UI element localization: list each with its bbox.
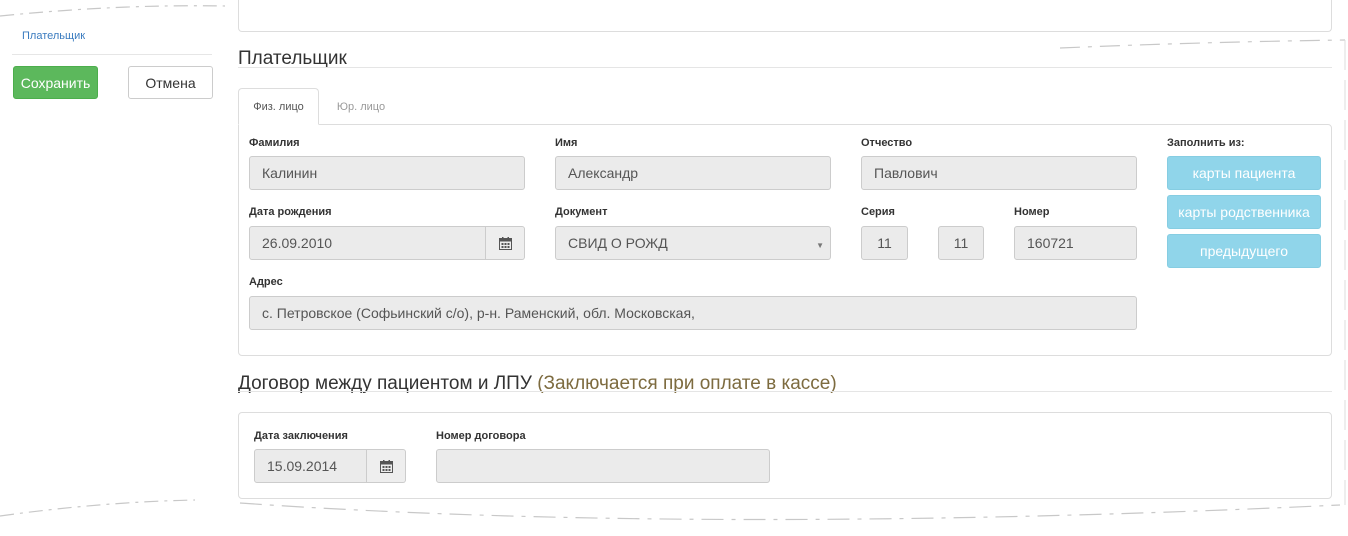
sidebar-link-payer[interactable]: Плательщик bbox=[22, 30, 85, 42]
save-button[interactable]: Сохранить bbox=[13, 66, 98, 99]
contract-date-label: Дата заключения bbox=[254, 430, 348, 442]
birth-date-calendar-button[interactable] bbox=[486, 226, 525, 260]
contract-number-label: Номер договора bbox=[436, 430, 526, 442]
number-input[interactable]: 160721 bbox=[1014, 226, 1137, 260]
birth-date-input[interactable]: 26.09.2010 bbox=[249, 226, 486, 260]
address-label: Адрес bbox=[249, 276, 283, 288]
document-select[interactable]: СВИД О РОЖД ▼ bbox=[555, 226, 831, 260]
tab-individual[interactable]: Физ. лицо bbox=[238, 88, 319, 125]
first-name-label: Имя bbox=[555, 137, 578, 149]
sidebar-divider bbox=[12, 54, 212, 55]
patronymic-label: Отчество bbox=[861, 137, 913, 149]
address-input[interactable]: с. Петровское (Софьинский с/о), р-н. Рам… bbox=[249, 296, 1137, 330]
series-part1-input[interactable]: 11 bbox=[861, 226, 908, 260]
number-label: Номер bbox=[1014, 206, 1050, 218]
document-select-value: СВИД О РОЖД bbox=[568, 235, 668, 251]
previous-section-panel bbox=[238, 0, 1332, 32]
last-name-label: Фамилия bbox=[249, 137, 300, 149]
birth-date-label: Дата рождения bbox=[249, 206, 332, 218]
cancel-button[interactable]: Отмена bbox=[128, 66, 213, 99]
tab-legal-entity[interactable]: Юр. лицо bbox=[321, 88, 401, 125]
calendar-icon bbox=[379, 459, 393, 473]
document-label: Документ bbox=[555, 206, 608, 218]
contract-number-input[interactable] bbox=[436, 449, 770, 483]
contract-date-input[interactable]: 15.09.2014 bbox=[254, 449, 367, 483]
select-caret-icon: ▼ bbox=[816, 241, 824, 250]
series-part2-input[interactable]: 11 bbox=[938, 226, 984, 260]
contract-title-divider bbox=[238, 391, 1332, 392]
fill-from-patient-card-button[interactable]: карты пациента bbox=[1167, 156, 1321, 190]
contract-date-calendar-button[interactable] bbox=[367, 449, 406, 483]
last-name-input[interactable]: Калинин bbox=[249, 156, 525, 190]
series-label: Серия bbox=[861, 206, 895, 218]
fill-from-label: Заполнить из: bbox=[1167, 137, 1245, 149]
payer-title-divider bbox=[238, 67, 1332, 68]
calendar-icon bbox=[498, 236, 512, 250]
first-name-input[interactable]: Александр bbox=[555, 156, 831, 190]
fill-from-previous-button[interactable]: предыдущего bbox=[1167, 234, 1321, 268]
fill-from-relative-card-button[interactable]: карты родственника bbox=[1167, 195, 1321, 229]
patronymic-input[interactable]: Павлович bbox=[861, 156, 1137, 190]
